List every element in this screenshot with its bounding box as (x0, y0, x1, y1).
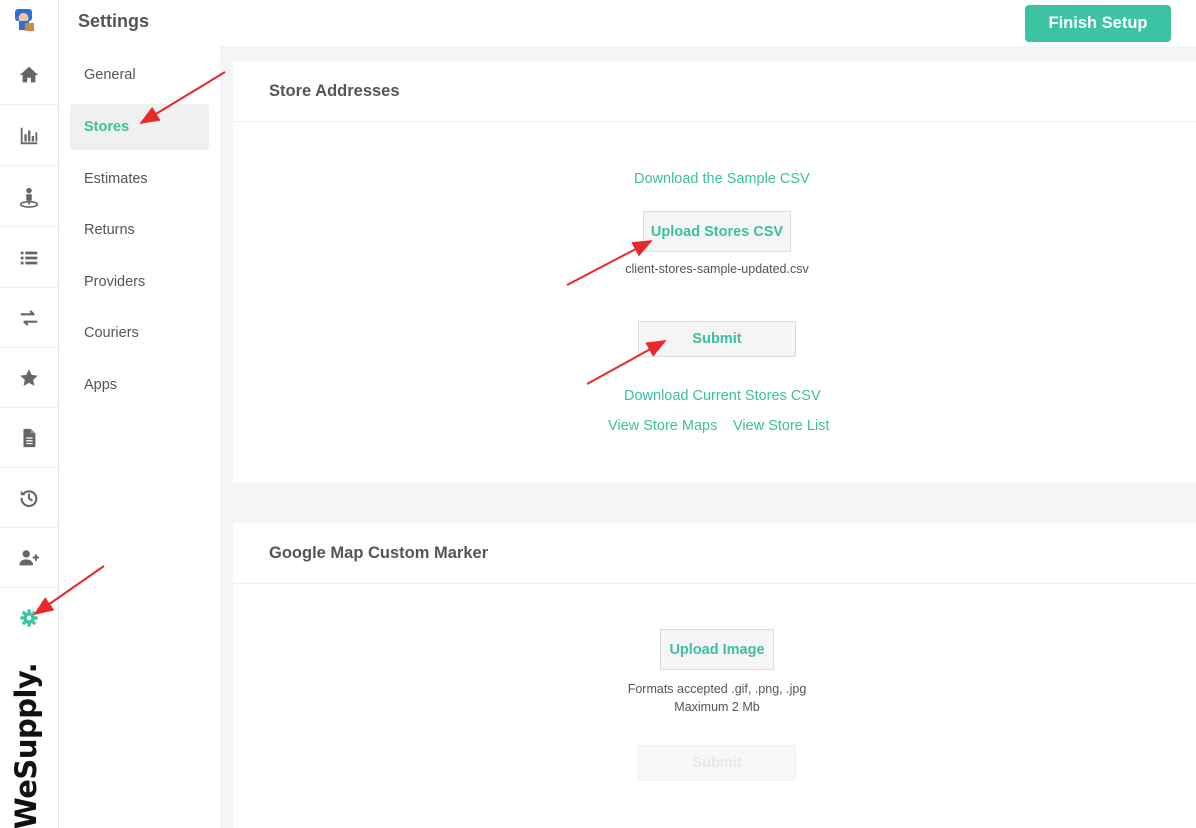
sidebar-history[interactable] (0, 468, 58, 528)
download-current-stores-link[interactable]: Download Current Stores CSV (624, 388, 821, 404)
app-logo-icon[interactable] (12, 7, 36, 35)
selected-file-name: client-stores-sample-updated.csv (625, 262, 809, 276)
history-icon (20, 489, 38, 507)
submit-marker-button[interactable]: Submit (638, 745, 796, 781)
home-icon (19, 66, 39, 82)
sidebar-orders[interactable] (0, 228, 58, 288)
settings-menu: Settings General Stores Estimates Return… (59, 0, 220, 828)
sidebar-add-user[interactable] (0, 528, 58, 588)
upload-image-button[interactable]: Upload Image (660, 629, 774, 670)
submit-stores-button[interactable]: Submit (638, 321, 796, 357)
street-view-icon (19, 187, 39, 208)
brand-text: WeSupply. (9, 662, 43, 828)
top-bar: Finish Setup (220, 0, 1196, 46)
user-plus-icon (19, 549, 40, 565)
sidebar-analytics[interactable] (0, 106, 58, 166)
exchange-icon (20, 309, 38, 326)
document-icon (23, 428, 36, 447)
sidebar-home[interactable] (0, 45, 58, 105)
sidebar-returns[interactable] (0, 288, 58, 348)
gear-icon (20, 609, 38, 627)
sidebar-tracking[interactable] (0, 167, 58, 227)
icon-sidebar: WeSupply. (0, 0, 59, 828)
menu-item-stores[interactable]: Stores (70, 104, 209, 150)
page-title: Settings (78, 11, 150, 31)
view-store-maps-link[interactable]: View Store Maps (608, 418, 717, 434)
store-addresses-card: Store Addresses Download the Sample CSV … (233, 61, 1196, 483)
upload-stores-csv-button[interactable]: Upload Stores CSV (643, 211, 791, 252)
star-icon (20, 368, 38, 386)
sidebar-documents[interactable] (0, 408, 58, 468)
formats-note: Formats accepted .gif, .png, .jpg (627, 682, 807, 696)
custom-marker-title: Google Map Custom Marker (233, 523, 1196, 584)
list-icon (20, 251, 38, 264)
download-sample-csv-link[interactable]: Download the Sample CSV (634, 171, 810, 187)
custom-marker-card: Google Map Custom Marker Upload Image Fo… (233, 523, 1196, 828)
brand-wordmark: WeSupply. (9, 663, 43, 828)
menu-item-providers[interactable]: Providers (70, 259, 209, 305)
view-store-list-link[interactable]: View Store List (733, 418, 829, 434)
menu-item-apps[interactable]: Apps (70, 362, 209, 408)
bar-chart-icon (20, 127, 38, 144)
finish-setup-button[interactable]: Finish Setup (1025, 5, 1171, 42)
store-addresses-title: Store Addresses (233, 61, 1196, 122)
menu-item-general[interactable]: General (70, 52, 209, 98)
menu-item-estimates[interactable]: Estimates (70, 156, 209, 202)
menu-item-couriers[interactable]: Couriers (70, 310, 209, 356)
sidebar-reviews[interactable] (0, 348, 58, 408)
menu-item-returns[interactable]: Returns (70, 207, 209, 253)
sidebar-settings[interactable] (0, 588, 58, 648)
max-size-note: Maximum 2 Mb (674, 700, 760, 714)
